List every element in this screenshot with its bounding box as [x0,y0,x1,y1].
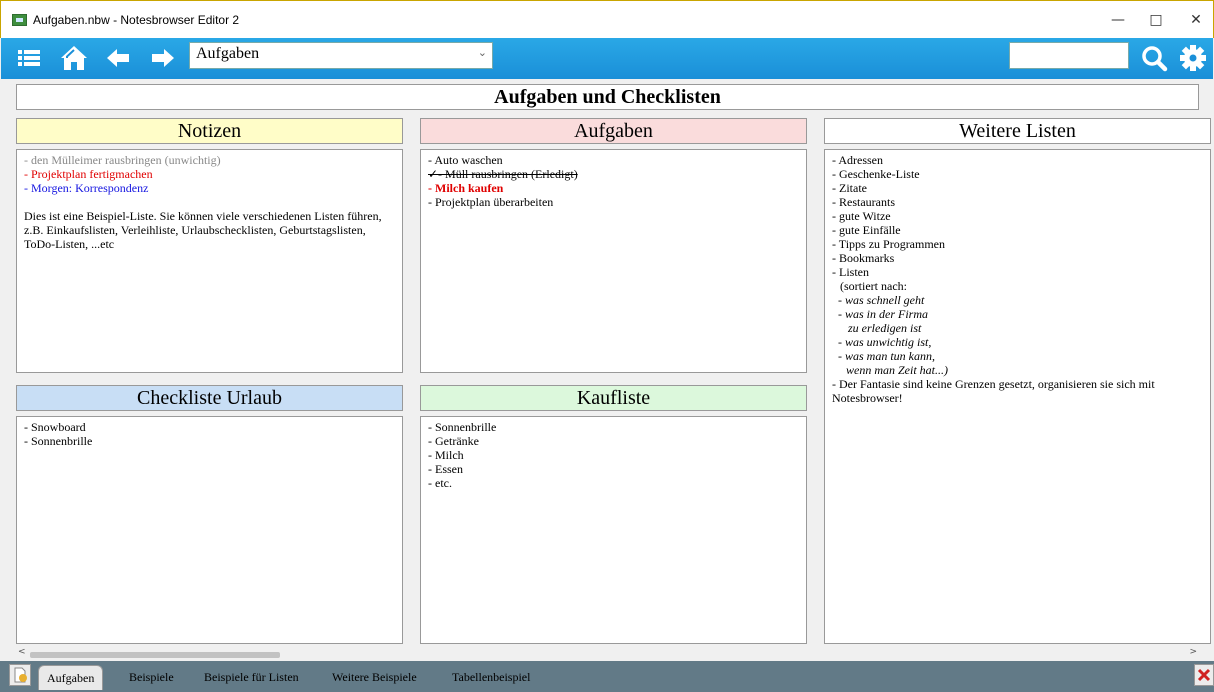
list-item: - Morgen: Korrespondenz [24,181,149,195]
search-icon[interactable] [1139,43,1169,73]
page-tab-bar: Aufgaben Beispiele Beispiele für Listen … [0,661,1214,692]
list-item: - Milch [428,448,464,462]
checkliste-urlaub-header: Checkliste Urlaub [16,385,403,411]
minimize-button[interactable]: — [1106,9,1130,31]
list-item: - Snowboard [24,420,86,434]
horizontal-scrollbar[interactable]: < > [16,647,1199,661]
aufgaben-panel[interactable]: - Auto waschen ✓- Müll rausbringen (Erle… [420,149,807,373]
close-page-button[interactable] [1194,664,1214,686]
close-window-button[interactable]: ✕ [1184,9,1208,31]
forward-arrow-icon[interactable] [148,43,178,73]
close-page-icon [1197,668,1211,682]
chevron-down-icon: ⌄ [477,46,487,59]
search-input[interactable] [1009,42,1129,69]
tab-beispiele[interactable]: Beispiele [129,667,174,687]
list-item: - Der Fantasie sind keine Grenzen gesetz… [832,377,1155,405]
list-item: - Projektplan fertigmachen [24,167,153,181]
list-item: - Projektplan überarbeiten [428,195,554,209]
list-item: - Auto waschen [428,153,503,167]
scroll-right-icon[interactable]: > [1189,647,1197,657]
list-item: - gute Witze [832,209,891,223]
toolbar: Aufgaben ⌄ [1,38,1213,79]
list-item: - Sonnenbrille [24,434,93,448]
list-item: - Milch kaufen [428,181,504,195]
kaufliste-header: Kaufliste [420,385,807,411]
list-item: - Adressen [832,153,883,167]
checkliste-urlaub-panel[interactable]: - Snowboard - Sonnenbrille [16,416,403,644]
list-subitem: - was schnell geht [838,293,925,307]
list-item: - etc. [428,476,452,490]
list-item: - Restaurants [832,195,895,209]
back-arrow-icon[interactable] [103,43,133,73]
aufgaben-header: Aufgaben [420,118,807,144]
page-title: Aufgaben und Checklisten [16,84,1199,110]
tab-tabellenbeispiel[interactable]: Tabellenbeispiel [452,667,530,687]
page-select[interactable]: Aufgaben ⌄ [189,42,493,69]
list-subitem: - was in der Firma [838,307,928,321]
notizen-panel[interactable]: - den Mülleimer rausbringen (unwichtig) … [16,149,403,373]
tab-aufgaben[interactable]: Aufgaben [38,665,104,690]
list-item: - Tipps zu Programmen [832,237,946,251]
scroll-left-icon[interactable]: < [18,647,26,657]
scrollbar-thumb[interactable] [30,652,280,658]
tab-weitere-beispiele[interactable]: Weitere Beispiele [332,667,417,687]
notizen-paragraph: Dies ist eine Beispiel-Liste. Sie können… [24,209,382,251]
list-item: - Listen [832,265,869,279]
maximize-button[interactable]: □ [1144,9,1168,31]
window-titlebar: Aufgaben.nbw - Notesbrowser Editor 2 — □… [0,0,1214,38]
tab-beispiele-fuer-listen[interactable]: Beispiele für Listen [204,667,299,687]
list-item: - Bookmarks [832,251,895,265]
menu-icon[interactable] [14,43,44,73]
home-icon[interactable] [59,43,89,73]
page-select-value: Aufgaben [196,45,260,62]
window-title: Aufgaben.nbw - Notesbrowser Editor 2 [33,13,240,27]
gear-icon[interactable] [1178,43,1208,73]
new-page-button[interactable] [9,664,31,686]
list-item: - Geschenke-Liste [832,167,920,181]
weitere-listen-header: Weitere Listen [824,118,1211,144]
new-page-icon [14,667,27,683]
list-item: - Essen [428,462,463,476]
list-subitem: (sortiert nach: [840,279,907,293]
weitere-listen-panel[interactable]: - Adressen - Geschenke-Liste - Zitate - … [824,149,1211,644]
list-item: - gute Einfälle [832,223,901,237]
list-subitem: zu erledigen ist [848,321,922,335]
app-icon [12,14,27,26]
list-item-done: ✓- Müll rausbringen (Erledigt) [428,167,578,181]
list-subitem: - was man tun kann, [838,349,935,363]
notizen-header: Notizen [16,118,403,144]
list-item: - Zitate [832,181,867,195]
list-subitem: wenn man Zeit hat...) [846,363,948,377]
list-item: - Sonnenbrille [428,420,497,434]
list-item: - den Mülleimer rausbringen (unwichtig) [24,153,221,167]
kaufliste-panel[interactable]: - Sonnenbrille - Getränke - Milch - Esse… [420,416,807,644]
list-item: - Getränke [428,434,479,448]
list-subitem: - was unwichtig ist, [838,335,932,349]
